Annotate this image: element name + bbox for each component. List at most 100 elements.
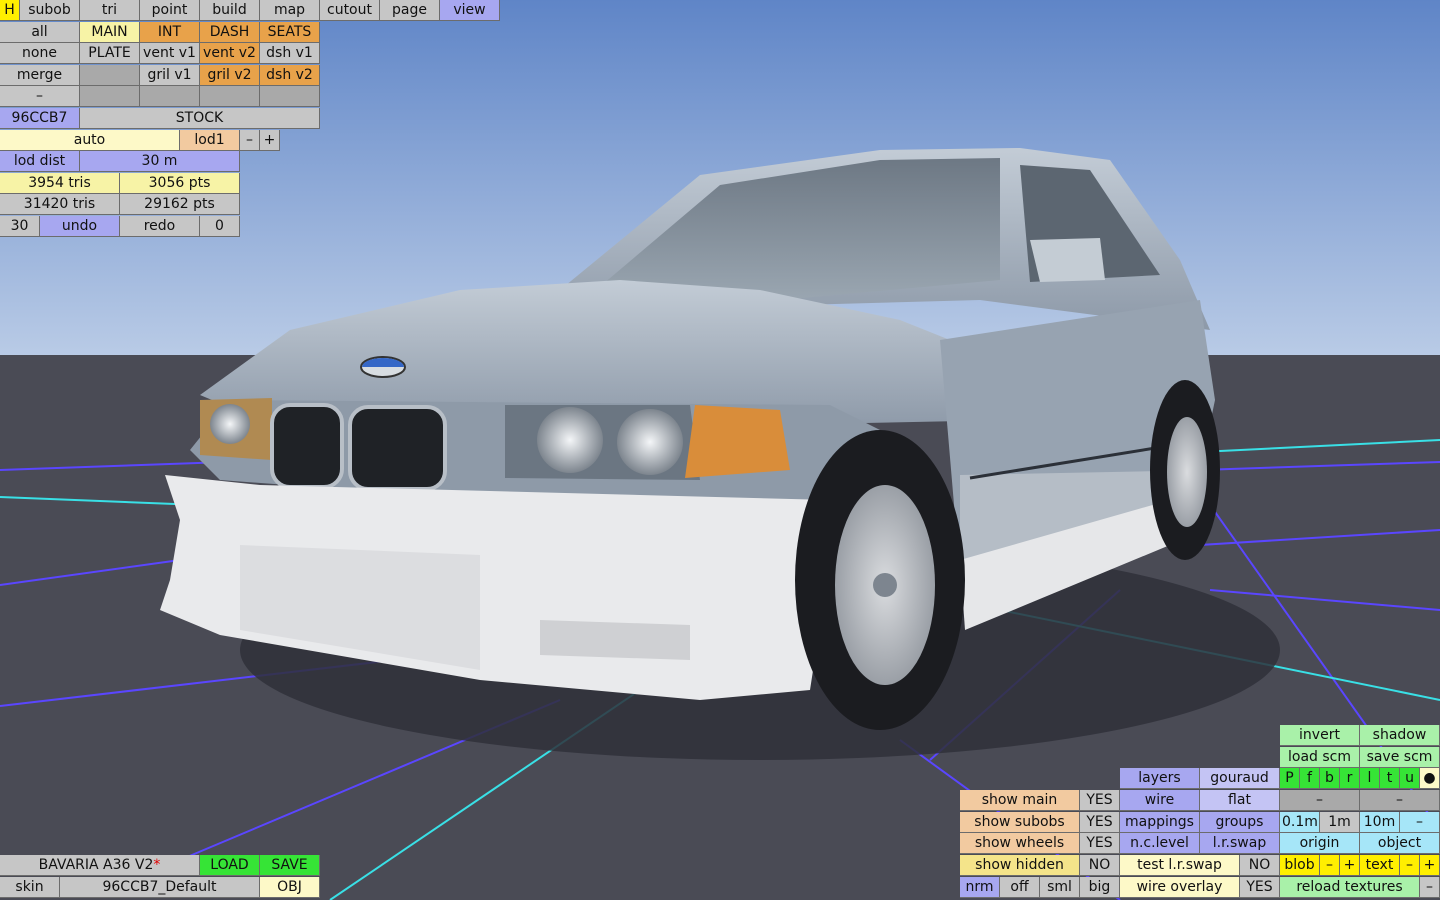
- merge-button[interactable]: merge: [0, 65, 80, 86]
- subob-vent-v1[interactable]: vent v1: [140, 43, 200, 64]
- wire-button[interactable]: wire: [1120, 790, 1200, 811]
- redo-button[interactable]: redo: [120, 216, 200, 237]
- lod-plus-button[interactable]: +: [260, 130, 280, 151]
- subob-empty[interactable]: [260, 86, 320, 107]
- text-button[interactable]: text: [1360, 855, 1400, 876]
- save-button[interactable]: SAVE: [260, 855, 320, 876]
- show-wheels-value[interactable]: YES: [1080, 833, 1120, 854]
- shadow-button[interactable]: shadow: [1360, 725, 1440, 746]
- layer-flag-b[interactable]: b: [1320, 768, 1340, 789]
- grid-10m-button[interactable]: 10m: [1360, 812, 1400, 833]
- show-subobs-value[interactable]: YES: [1080, 812, 1120, 833]
- subob-plate[interactable]: PLATE: [80, 43, 140, 64]
- normals-button[interactable]: nrm: [960, 877, 1000, 898]
- lod-minus-button[interactable]: –: [240, 130, 260, 151]
- select-all-button[interactable]: all: [0, 22, 80, 43]
- layer-flag-p[interactable]: P: [1280, 768, 1300, 789]
- tab-subob[interactable]: subob: [20, 0, 80, 21]
- tab-page[interactable]: page: [380, 0, 440, 21]
- tab-tri[interactable]: tri: [80, 0, 140, 21]
- redo-count: 0: [200, 216, 240, 237]
- layers-button[interactable]: layers: [1120, 768, 1200, 789]
- layer-flag-u[interactable]: u: [1400, 768, 1420, 789]
- layer-flag-r[interactable]: r: [1340, 768, 1360, 789]
- layer-dash-button-2[interactable]: –: [1360, 790, 1440, 811]
- layer-dash-button[interactable]: –: [1280, 790, 1360, 811]
- load-button[interactable]: LOAD: [200, 855, 260, 876]
- reload-minus-button[interactable]: –: [1420, 877, 1440, 898]
- flat-button[interactable]: flat: [1200, 790, 1280, 811]
- grid-minus-button[interactable]: –: [1400, 812, 1440, 833]
- variant-button[interactable]: STOCK: [80, 108, 320, 129]
- invert-button[interactable]: invert: [1280, 725, 1360, 746]
- layer-flag-f[interactable]: f: [1300, 768, 1320, 789]
- show-main-value[interactable]: YES: [1080, 790, 1120, 811]
- subob-int[interactable]: INT: [140, 22, 200, 43]
- lod-level-button[interactable]: lod1: [180, 130, 240, 151]
- skin-label: skin: [0, 877, 60, 898]
- subob-gril-v2[interactable]: gril v2: [200, 65, 260, 86]
- groups-button[interactable]: groups: [1200, 812, 1280, 833]
- modified-indicator: *: [153, 857, 161, 873]
- lod-dist-label: lod dist: [0, 151, 80, 172]
- show-hidden-button[interactable]: show hidden: [960, 855, 1080, 876]
- origin-button[interactable]: origin: [1280, 833, 1360, 854]
- gouraud-button[interactable]: gouraud: [1200, 768, 1280, 789]
- normals-big-button[interactable]: big: [1080, 877, 1120, 898]
- blob-button[interactable]: blob: [1280, 855, 1320, 876]
- test-lr-swap-value[interactable]: NO: [1240, 855, 1280, 876]
- show-subobs-button[interactable]: show subobs: [960, 812, 1080, 833]
- object-button[interactable]: object: [1360, 833, 1440, 854]
- save-scm-button[interactable]: save scm: [1360, 747, 1440, 768]
- subob-vent-v2[interactable]: vent v2: [200, 43, 260, 64]
- wire-overlay-value[interactable]: YES: [1240, 877, 1280, 898]
- blob-plus-button[interactable]: +: [1340, 855, 1360, 876]
- model-name[interactable]: BAVARIA A36 V2*: [0, 855, 200, 876]
- mappings-button[interactable]: mappings: [1120, 812, 1200, 833]
- layer-flag-t[interactable]: t: [1380, 768, 1400, 789]
- layer-dot-icon[interactable]: ●: [1420, 768, 1440, 789]
- tab-build[interactable]: build: [200, 0, 260, 21]
- nc-level-button[interactable]: n.c.level: [1120, 833, 1200, 854]
- lod-auto-button[interactable]: auto: [0, 130, 180, 151]
- undo-button[interactable]: undo: [40, 216, 120, 237]
- test-lr-swap-button[interactable]: test l.r.swap: [1120, 855, 1240, 876]
- obj-button[interactable]: OBJ: [260, 877, 320, 898]
- tab-view[interactable]: view: [440, 0, 500, 21]
- help-button[interactable]: H: [0, 0, 20, 21]
- load-scm-button[interactable]: load scm: [1280, 747, 1360, 768]
- subob-empty[interactable]: [80, 65, 140, 86]
- normals-small-button[interactable]: sml: [1040, 877, 1080, 898]
- subob-dsh-v1[interactable]: dsh v1: [260, 43, 320, 64]
- subob-gril-v1[interactable]: gril v1: [140, 65, 200, 86]
- subob-main[interactable]: MAIN: [80, 22, 140, 43]
- lr-swap-button[interactable]: l.r.swap: [1200, 833, 1280, 854]
- subob-dash-button[interactable]: –: [0, 86, 80, 107]
- tab-map[interactable]: map: [260, 0, 320, 21]
- skin-selector[interactable]: 96CCB7_Default: [60, 877, 260, 898]
- subob-empty[interactable]: [80, 86, 140, 107]
- select-none-button[interactable]: none: [0, 43, 80, 64]
- grid-0-1m-button[interactable]: 0.1m: [1280, 812, 1320, 833]
- subob-empty[interactable]: [140, 86, 200, 107]
- show-main-button[interactable]: show main: [960, 790, 1080, 811]
- reload-textures-button[interactable]: reload textures: [1280, 877, 1420, 898]
- grid-1m-button[interactable]: 1m: [1320, 812, 1360, 833]
- tab-cutout[interactable]: cutout: [320, 0, 380, 21]
- wire-overlay-button[interactable]: wire overlay: [1120, 877, 1240, 898]
- blob-minus-button[interactable]: –: [1320, 855, 1340, 876]
- text-minus-button[interactable]: –: [1400, 855, 1420, 876]
- layer-flag-l[interactable]: l: [1360, 768, 1380, 789]
- subob-dash[interactable]: DASH: [200, 22, 260, 43]
- color-code-button[interactable]: 96CCB7: [0, 108, 80, 129]
- text-plus-button[interactable]: +: [1420, 855, 1440, 876]
- lod-dist-value[interactable]: 30 m: [80, 151, 240, 172]
- normals-off-button[interactable]: off: [1000, 877, 1040, 898]
- show-hidden-value[interactable]: NO: [1080, 855, 1120, 876]
- show-wheels-button[interactable]: show wheels: [960, 833, 1080, 854]
- subob-seats[interactable]: SEATS: [260, 22, 320, 43]
- subob-empty[interactable]: [200, 86, 260, 107]
- total-tris: 31420 tris: [0, 194, 120, 215]
- tab-point[interactable]: point: [140, 0, 200, 21]
- subob-dsh-v2[interactable]: dsh v2: [260, 65, 320, 86]
